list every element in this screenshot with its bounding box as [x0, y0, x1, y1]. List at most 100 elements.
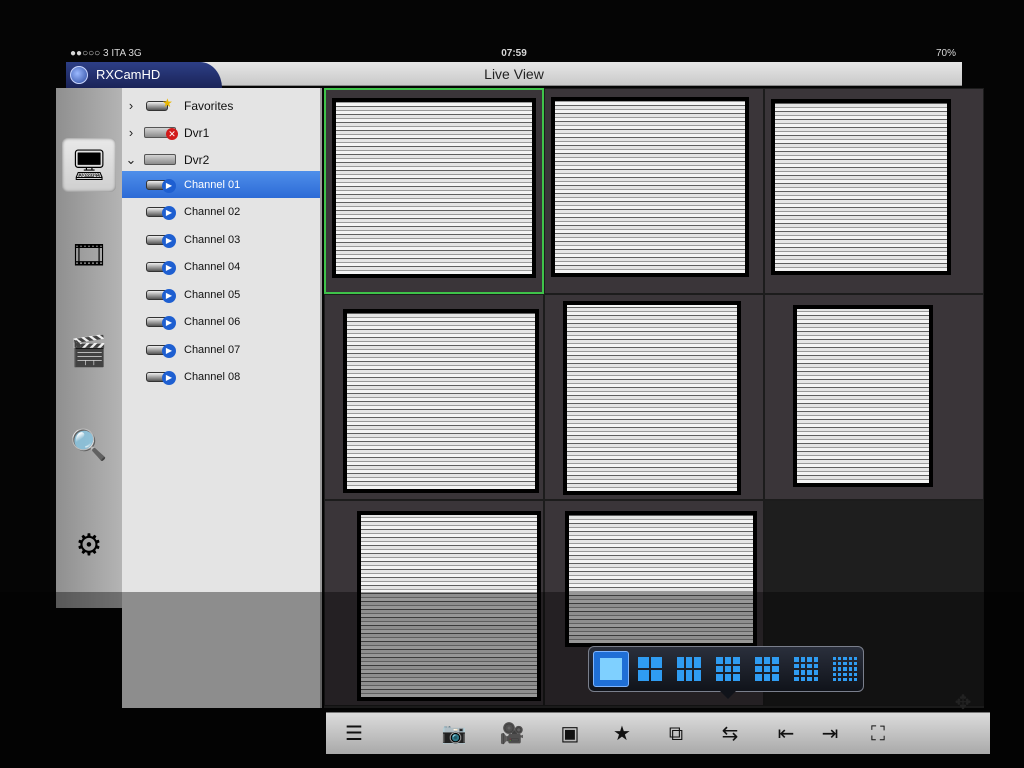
chevron-right-icon[interactable]: › — [122, 125, 140, 140]
tree-item-dvr1[interactable]: › ✕ Dvr1 — [122, 119, 320, 146]
tree-item-channel[interactable]: ▶ Channel 07 — [122, 336, 320, 363]
layout-cell — [685, 670, 693, 681]
screen-button[interactable]: ▣ — [556, 721, 584, 747]
chevron-right-icon[interactable]: › — [122, 98, 140, 113]
camera-icon: 📷 — [441, 723, 467, 745]
layout-cell — [724, 665, 732, 673]
tree-item-label: Channel 01 — [184, 178, 241, 191]
snapshot-button[interactable]: 📷 — [440, 721, 468, 747]
fullscreen-button[interactable]: ⛶ — [864, 721, 892, 747]
tree-item-favorites[interactable]: › ★ Favorites — [122, 92, 320, 119]
next-page-button[interactable]: ⇥ — [816, 721, 844, 747]
video-camera-icon: 🎥 — [499, 723, 525, 745]
layout-cell — [807, 663, 812, 668]
layout-cell — [807, 657, 812, 662]
video-tile-channel[interactable] — [324, 88, 544, 294]
video-tile-channel[interactable] — [324, 294, 544, 500]
layout-cell — [794, 663, 799, 668]
layout-cell — [833, 667, 837, 671]
layout-16-button[interactable] — [788, 651, 824, 687]
film-reel-icon: 🎞 — [69, 238, 109, 272]
video-tile-channel[interactable] — [324, 500, 544, 706]
status-bar: ●●○○○ 3 ITA 3G 07:59 70% — [66, 46, 962, 62]
stream-list-button[interactable]: ☰ — [340, 721, 368, 747]
layout-cell — [833, 657, 837, 661]
close-all-button[interactable]: ⧉ — [662, 721, 690, 747]
video-tile-channel[interactable] — [544, 88, 764, 294]
ptz-joystick-icon[interactable]: ✥ — [950, 690, 976, 716]
tree-item-label: Channel 07 — [184, 343, 241, 356]
layout-cell — [733, 674, 740, 681]
prev-page-icon: ⇤ — [777, 723, 795, 745]
nav-settings-button[interactable]: ⚙ — [62, 518, 116, 572]
layout-cell — [838, 677, 842, 681]
favorite-button[interactable]: ★ — [608, 721, 636, 747]
layout-cell — [843, 662, 847, 666]
layout-9-button[interactable] — [749, 651, 785, 687]
layout-cell — [843, 677, 847, 681]
layout-cell — [794, 657, 799, 662]
layout-cell — [716, 674, 723, 681]
dvr-offline-icon: ✕ — [144, 126, 178, 140]
tree-item-channel[interactable]: ▶ Channel 06 — [122, 309, 320, 336]
camera-play-icon: ▶ — [144, 178, 178, 193]
layout-cell — [794, 670, 799, 675]
layout-cell — [833, 662, 837, 666]
camera-feed — [565, 511, 757, 647]
monitor-icon: 🖥 — [69, 148, 109, 182]
layout-cell — [838, 662, 842, 666]
camera-play-icon: ▶ — [144, 233, 178, 248]
camera-play-icon: ▶ — [144, 370, 178, 385]
layout-cell — [848, 667, 852, 671]
tree-item-channel[interactable]: ▶ Channel 03 — [122, 226, 320, 253]
tree-item-channel[interactable]: ▶ Channel 08 — [122, 364, 320, 391]
layout-cell — [843, 657, 847, 661]
layout-switch-button[interactable]: ⇆ — [716, 721, 744, 747]
nav-live-view-button[interactable]: 🖥 — [62, 138, 116, 192]
record-button[interactable]: 🎥 — [498, 721, 526, 747]
prev-page-button[interactable]: ⇤ — [772, 721, 800, 747]
layout-cell — [772, 674, 779, 681]
layout-1-button[interactable] — [593, 651, 629, 687]
layout-cell — [651, 657, 662, 668]
layout-4-button[interactable] — [632, 651, 668, 687]
layout-8-button[interactable] — [710, 651, 746, 687]
nav-search-button[interactable]: 🔍 — [62, 418, 116, 472]
tree-item-channel[interactable]: ▶ Channel 04 — [122, 254, 320, 281]
tree-item-channel[interactable]: ▶ Channel 05 — [122, 281, 320, 308]
layout-cell — [853, 672, 857, 676]
fullscreen-icon: ⛶ — [871, 723, 885, 745]
tree-item-channel[interactable]: ▶ Channel 01 — [122, 171, 320, 198]
tree-item-label: Channel 04 — [184, 261, 241, 273]
layout-cell — [838, 657, 842, 661]
chevron-down-icon[interactable]: ⌄ — [122, 152, 140, 168]
layout-cell — [694, 670, 701, 681]
video-tile-channel[interactable] — [764, 294, 984, 500]
tree-item-channel[interactable]: ▶ Channel 02 — [122, 199, 320, 226]
camera-feed — [771, 99, 951, 275]
screen-icon: ▣ — [560, 723, 580, 745]
layout-cell — [800, 670, 805, 675]
layout-6-button[interactable] — [671, 651, 707, 687]
layout-cell — [677, 670, 684, 681]
layout-cell — [853, 657, 857, 661]
next-page-icon: ⇥ — [821, 723, 839, 745]
layout-cell — [800, 657, 805, 662]
layout-25-button[interactable] — [827, 651, 863, 687]
video-tile-channel[interactable] — [544, 294, 764, 500]
layout-cell — [838, 672, 842, 676]
gear-icon: ⚙ — [75, 528, 103, 562]
tree-item-label: Favorites — [184, 98, 234, 113]
favorites-camera-icon: ★ — [144, 96, 178, 113]
magnifier-icon: 🔍 — [70, 428, 108, 462]
camera-feed — [343, 309, 539, 493]
nav-recordings-button[interactable]: 🎬 — [62, 324, 116, 378]
camera-feed — [332, 98, 536, 278]
tree-item-dvr2[interactable]: ⌄ Dvr2 — [122, 146, 320, 173]
video-tile-channel[interactable] — [764, 88, 984, 294]
layout-cell — [807, 676, 812, 681]
layout-cell — [800, 663, 805, 668]
tree-item-label: Channel 02 — [184, 206, 241, 218]
layout-cell — [685, 657, 693, 668]
nav-playback-button[interactable]: 🎞 — [62, 228, 116, 282]
